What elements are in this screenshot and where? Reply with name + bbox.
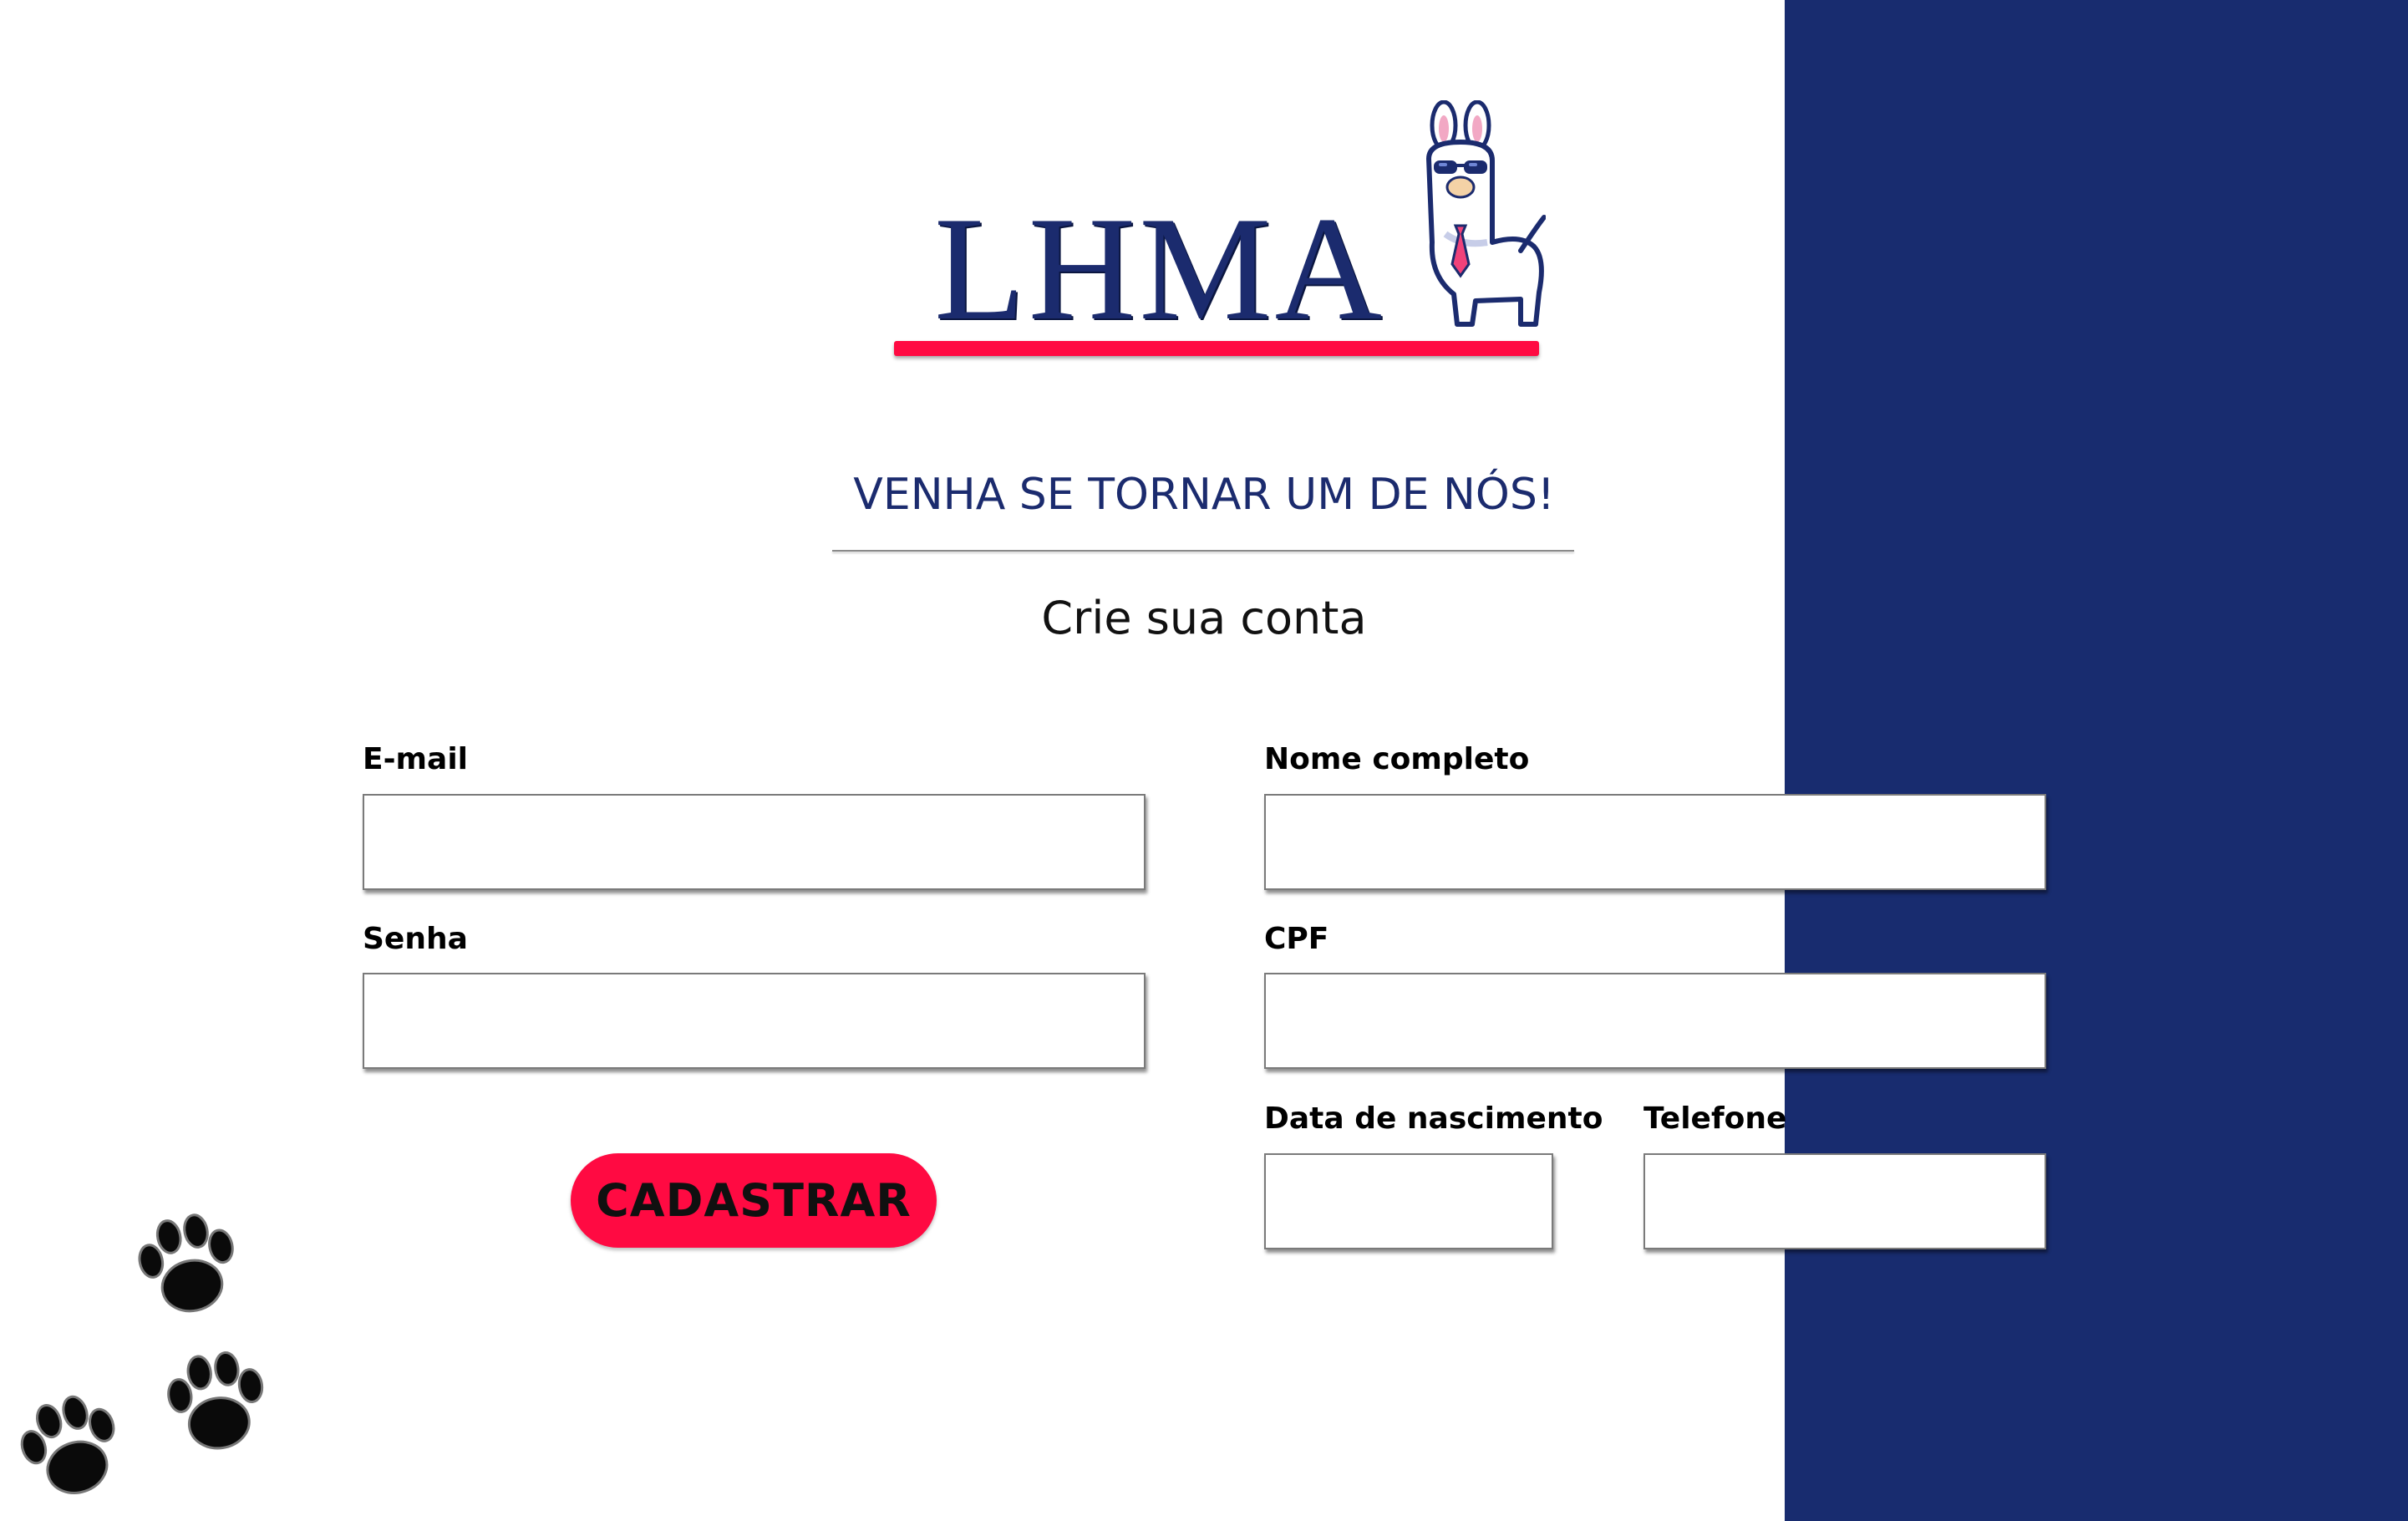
side-panel — [1785, 0, 2408, 1521]
paw-print-icon — [20, 1395, 115, 1494]
page-headline: VENHA SE TORNAR UM DE NÓS! — [853, 470, 1555, 520]
llama-mascot-icon — [1426, 100, 1546, 327]
signup-button[interactable]: CADASTRAR — [571, 1153, 937, 1248]
password-label: Senha — [363, 922, 468, 956]
full-name-label: Nome completo — [1264, 742, 1530, 776]
email-label: E-mail — [363, 742, 469, 776]
birth-date-field[interactable] — [1264, 1153, 1553, 1249]
birth-date-label: Data de nascimento — [1264, 1101, 1603, 1136]
email-field[interactable] — [363, 794, 1146, 890]
brand-logo: LHMA — [886, 100, 1546, 368]
signup-page: LHMA VENHA SE TORNAR UM DE NÓS! Crie sua… — [0, 0, 2408, 1521]
page-subheadline: Crie sua conta — [1041, 592, 1367, 644]
cpf-field[interactable] — [1264, 973, 2046, 1069]
logo-text: LHMA — [934, 186, 1386, 351]
logo-underline — [894, 341, 1539, 356]
headline-divider — [832, 550, 1574, 552]
cpf-label: CPF — [1264, 922, 1329, 956]
paw-print-icon — [167, 1351, 264, 1450]
phone-label: Telefone — [1643, 1101, 1787, 1136]
paw-print-icon — [138, 1213, 234, 1313]
password-field[interactable] — [363, 973, 1146, 1069]
full-name-field[interactable] — [1264, 794, 2046, 890]
phone-field[interactable] — [1643, 1153, 2046, 1249]
